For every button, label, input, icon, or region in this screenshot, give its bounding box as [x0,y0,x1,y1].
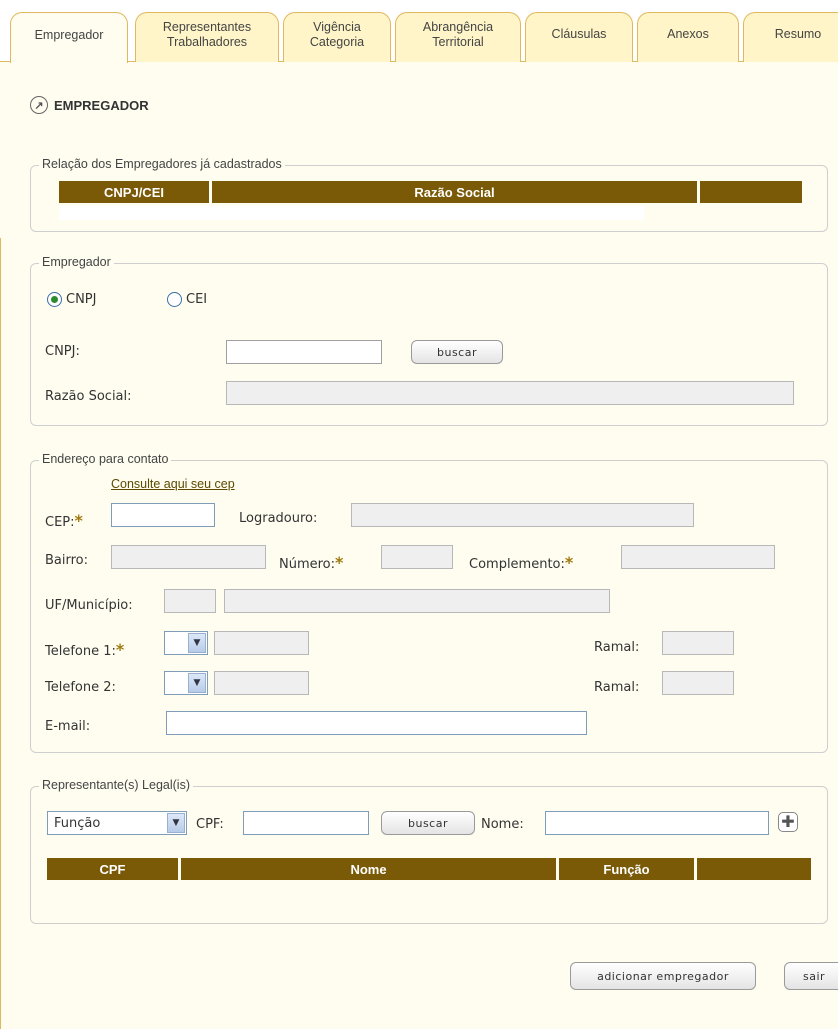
content-left-border [0,238,1,1029]
cpf-label: CPF: [196,817,224,832]
telefone-1-label: Telefone 1:* [45,640,125,659]
telefone-2-label: Telefone 2: [45,680,116,695]
column-cnpj-cei: CNPJ/CEI [59,181,212,203]
registered-employers-empty-row [59,206,644,220]
registered-employers-table-header: CNPJ/CEI Razão Social [59,181,802,203]
tab-empregador[interactable]: Empregador [10,12,128,63]
required-star-icon: * [335,553,344,572]
column-actions [697,858,811,880]
exit-button[interactable]: sair [784,962,838,990]
nome-label: Nome: [481,817,524,832]
tab-bar: Empregador Representantes Trabalhadores … [0,0,838,63]
cnpj-input[interactable] [226,340,382,364]
numero-input[interactable] [381,545,453,569]
page-title-text: EMPREGADOR [54,97,149,113]
funcao-select-value: Função [54,816,101,831]
column-razao-social: Razão Social [212,181,700,203]
chevron-down-icon[interactable]: ▼ [188,633,206,653]
search-cnpj-button[interactable]: buscar [411,340,503,364]
employer-legend: Empregador [39,255,114,269]
column-cpf: CPF [47,858,181,880]
address-fieldset: Endereço para contato Consulte aqui seu … [30,452,828,753]
radio-cnpj[interactable]: CNPJ [47,292,96,307]
complemento-input[interactable] [621,545,775,569]
telefone-1-ddd-select[interactable]: ▼ [164,631,208,655]
complemento-label: Complemento:* [469,553,574,572]
add-plus-icon[interactable]: ✚ [778,812,798,832]
legal-representatives-legend: Representante(s) Legal(is) [39,778,193,792]
radio-cei-circle[interactable] [167,292,182,307]
tab-anexos[interactable]: Anexos [637,12,739,62]
required-star-icon: * [564,553,574,572]
address-legend: Endereço para contato [39,452,172,466]
uf-municipio-label: UF/Município: [45,598,133,613]
razao-social-input[interactable] [226,381,794,405]
tab-resumo[interactable]: Resumo [743,12,838,62]
ramal-1-label: Ramal: [594,640,640,655]
telefone-2-ddd-select[interactable]: ▼ [164,671,208,695]
legal-representatives-fieldset: Representante(s) Legal(is) Função ▼ CPF:… [30,778,828,924]
column-nome: Nome [181,858,559,880]
required-star-icon: * [74,511,83,530]
required-star-icon: * [115,640,125,659]
logradouro-input[interactable] [351,503,694,527]
legal-representatives-table-header: CPF Nome Função [47,858,811,880]
ramal-2-label: Ramal: [594,680,640,695]
logradouro-label: Logradouro: [239,511,318,526]
municipio-input[interactable] [224,589,610,613]
radio-cei-label: CEI [186,292,208,307]
email-label: E-mail: [45,719,91,734]
chevron-down-icon[interactable]: ▼ [188,673,206,693]
telefone-2-input[interactable] [214,671,309,695]
registered-employers-fieldset: Relação dos Empregadores já cadastrados … [30,157,828,232]
column-actions [700,181,802,203]
tab-vigencia-categoria[interactable]: Vigência Categoria [283,12,391,62]
tab-abrangencia-territorial[interactable]: Abrangência Territorial [395,12,521,62]
tab-clausulas[interactable]: Cláusulas [525,12,633,62]
bairro-input[interactable] [111,545,266,569]
chevron-down-icon[interactable]: ▼ [167,813,185,833]
employer-fieldset: Empregador CNPJ CEI CNPJ: buscar Razão S… [30,255,828,426]
ramal-1-input[interactable] [662,631,734,655]
radio-cnpj-label: CNPJ [66,292,97,307]
page-title: ↗ EMPREGADOR [30,96,149,114]
email-input[interactable] [166,711,587,735]
column-funcao: Função [559,858,697,880]
tab-representantes-trabalhadores[interactable]: Representantes Trabalhadores [135,12,279,62]
radio-cnpj-circle[interactable] [47,292,62,307]
cnpj-label: CNPJ: [45,344,80,359]
nome-input[interactable] [545,811,769,835]
numero-label: Número:* [279,553,344,572]
registered-employers-legend: Relação dos Empregadores já cadastrados [39,157,285,171]
telefone-1-input[interactable] [214,631,309,655]
cpf-input[interactable] [243,811,369,835]
cep-label: CEP:* [45,511,83,530]
cep-lookup-link[interactable]: Consulte aqui seu cep [111,477,235,491]
cep-input[interactable] [111,503,215,527]
radio-cei[interactable]: CEI [167,292,207,307]
radio-selected-dot [51,296,58,303]
razao-social-label: Razão Social: [45,389,132,404]
add-employer-button[interactable]: adicionar empregador [570,962,756,990]
arrow-circle-icon: ↗ [30,96,48,114]
ramal-2-input[interactable] [662,671,734,695]
search-cpf-button[interactable]: buscar [381,811,475,835]
bairro-label: Bairro: [45,553,89,568]
uf-input[interactable] [164,589,216,613]
funcao-select[interactable]: Função ▼ [47,811,187,835]
